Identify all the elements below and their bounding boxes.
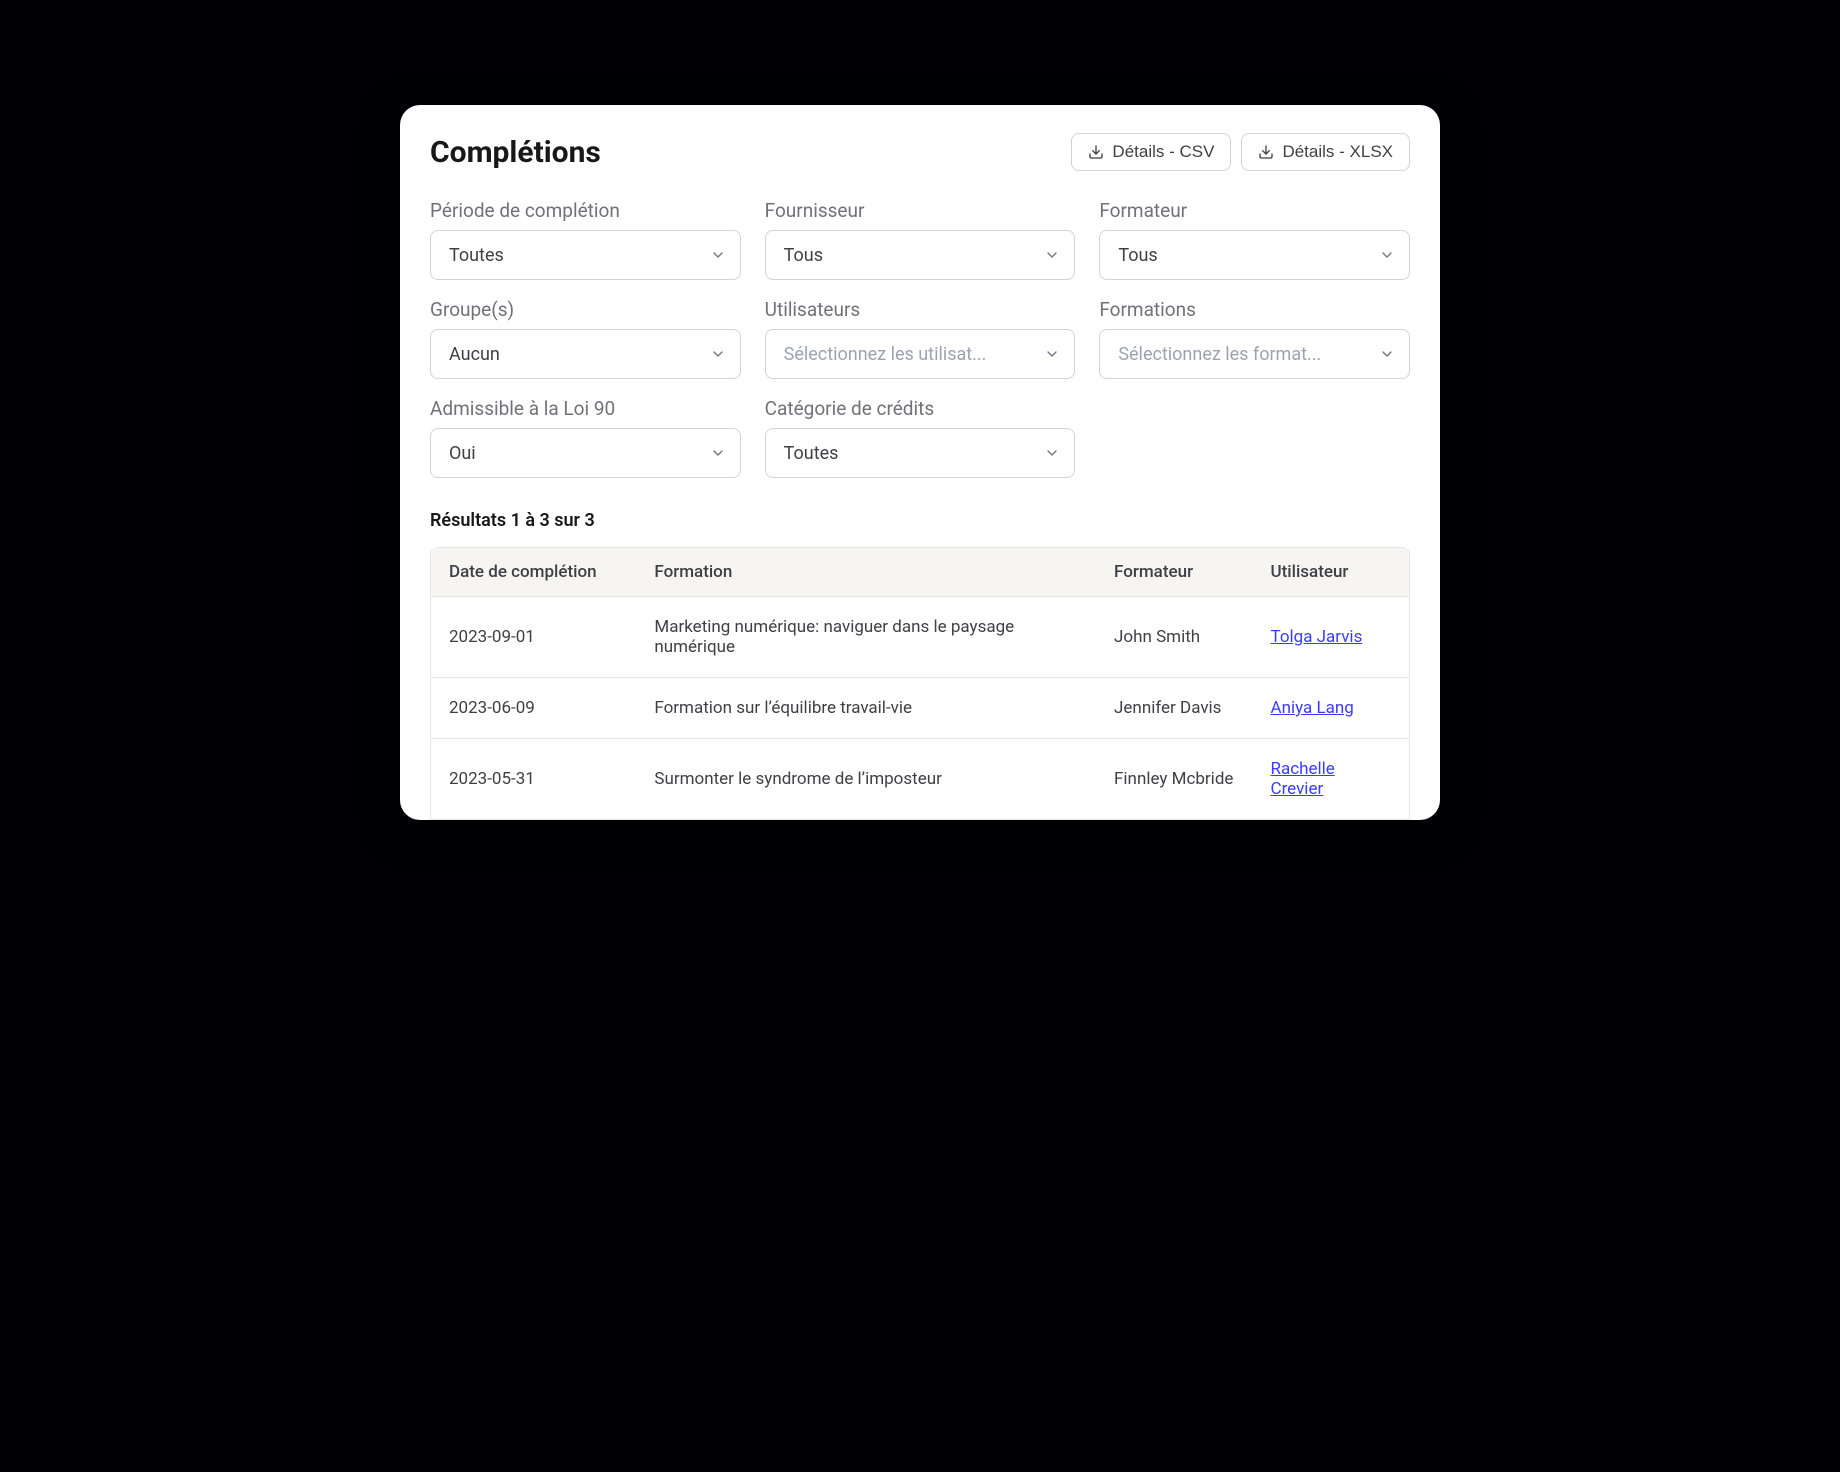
select-value: Toutes [449,245,504,266]
filter-label: Période de complétion [430,199,741,222]
results-table: Date de complétion Formation Formateur U… [431,548,1409,819]
completions-card: Complétions Détails - CSV Détails - XLSX… [400,105,1440,820]
cell-date: 2023-05-31 [431,739,636,820]
groups-select[interactable]: Aucun [430,329,741,379]
select-value: Tous [1118,245,1157,266]
provider-select[interactable]: Tous [765,230,1076,280]
filter-provider: Fournisseur Tous [765,199,1076,280]
cell-training: Surmonter le syndrome de l’imposteur [636,739,1096,820]
filters-grid: Période de complétion Toutes Fournisseur… [430,199,1410,478]
download-icon [1258,144,1274,160]
user-link[interactable]: Rachelle Crevier [1271,759,1335,799]
filter-label: Formations [1099,298,1410,321]
col-training: Formation [636,548,1096,597]
select-placeholder: Sélectionnez les utilisat... [784,344,987,365]
filter-groups: Groupe(s) Aucun [430,298,741,379]
chevron-down-icon [710,346,726,362]
user-link[interactable]: Aniya Lang [1271,698,1354,718]
filter-label: Admissible à la Loi 90 [430,397,741,420]
cell-trainer: John Smith [1096,597,1252,678]
cell-user: Tolga Jarvis [1253,597,1410,678]
chevron-down-icon [1044,445,1060,461]
table-row: 2023-06-09 Formation sur l’équilibre tra… [431,678,1409,739]
filter-users: Utilisateurs Sélectionnez les utilisat..… [765,298,1076,379]
law90-select[interactable]: Oui [430,428,741,478]
select-value: Tous [784,245,823,266]
cell-training: Marketing numérique: naviguer dans le pa… [636,597,1096,678]
select-value: Aucun [449,344,500,365]
table-row: 2023-05-31 Surmonter le syndrome de l’im… [431,739,1409,820]
filter-trainings: Formations Sélectionnez les format... [1099,298,1410,379]
chevron-down-icon [1044,346,1060,362]
trainer-select[interactable]: Tous [1099,230,1410,280]
download-icon [1088,144,1104,160]
chevron-down-icon [1379,346,1395,362]
cell-date: 2023-09-01 [431,597,636,678]
col-date: Date de complétion [431,548,636,597]
cell-user: Rachelle Crevier [1253,739,1410,820]
export-csv-button[interactable]: Détails - CSV [1071,133,1231,171]
export-buttons: Détails - CSV Détails - XLSX [1071,133,1410,171]
export-xlsx-label: Détails - XLSX [1282,142,1393,162]
export-xlsx-button[interactable]: Détails - XLSX [1241,133,1410,171]
cell-training: Formation sur l’équilibre travail-vie [636,678,1096,739]
filter-label: Fournisseur [765,199,1076,222]
card-header: Complétions Détails - CSV Détails - XLSX [430,133,1410,171]
cell-trainer: Jennifer Davis [1096,678,1252,739]
col-trainer: Formateur [1096,548,1252,597]
cell-date: 2023-06-09 [431,678,636,739]
results-table-wrap: Date de complétion Formation Formateur U… [430,547,1410,820]
filter-label: Utilisateurs [765,298,1076,321]
filter-label: Formateur [1099,199,1410,222]
cell-trainer: Finnley Mcbride [1096,739,1252,820]
user-link[interactable]: Tolga Jarvis [1271,627,1363,647]
filter-trainer: Formateur Tous [1099,199,1410,280]
filter-credit-category: Catégorie de crédits Toutes [765,397,1076,478]
trainings-select[interactable]: Sélectionnez les format... [1099,329,1410,379]
results-summary: Résultats 1 à 3 sur 3 [430,510,1410,531]
chevron-down-icon [1044,247,1060,263]
cell-user: Aniya Lang [1253,678,1410,739]
chevron-down-icon [710,247,726,263]
col-user: Utilisateur [1253,548,1410,597]
completion-period-select[interactable]: Toutes [430,230,741,280]
users-select[interactable]: Sélectionnez les utilisat... [765,329,1076,379]
table-row: 2023-09-01 Marketing numérique: naviguer… [431,597,1409,678]
filter-label: Catégorie de crédits [765,397,1076,420]
page-title: Complétions [430,135,601,170]
chevron-down-icon [710,445,726,461]
export-csv-label: Détails - CSV [1112,142,1214,162]
filter-law90: Admissible à la Loi 90 Oui [430,397,741,478]
chevron-down-icon [1379,247,1395,263]
filter-label: Groupe(s) [430,298,741,321]
select-placeholder: Sélectionnez les format... [1118,344,1321,365]
select-value: Toutes [784,443,839,464]
filter-completion-period: Période de complétion Toutes [430,199,741,280]
select-value: Oui [449,443,476,464]
credit-category-select[interactable]: Toutes [765,428,1076,478]
